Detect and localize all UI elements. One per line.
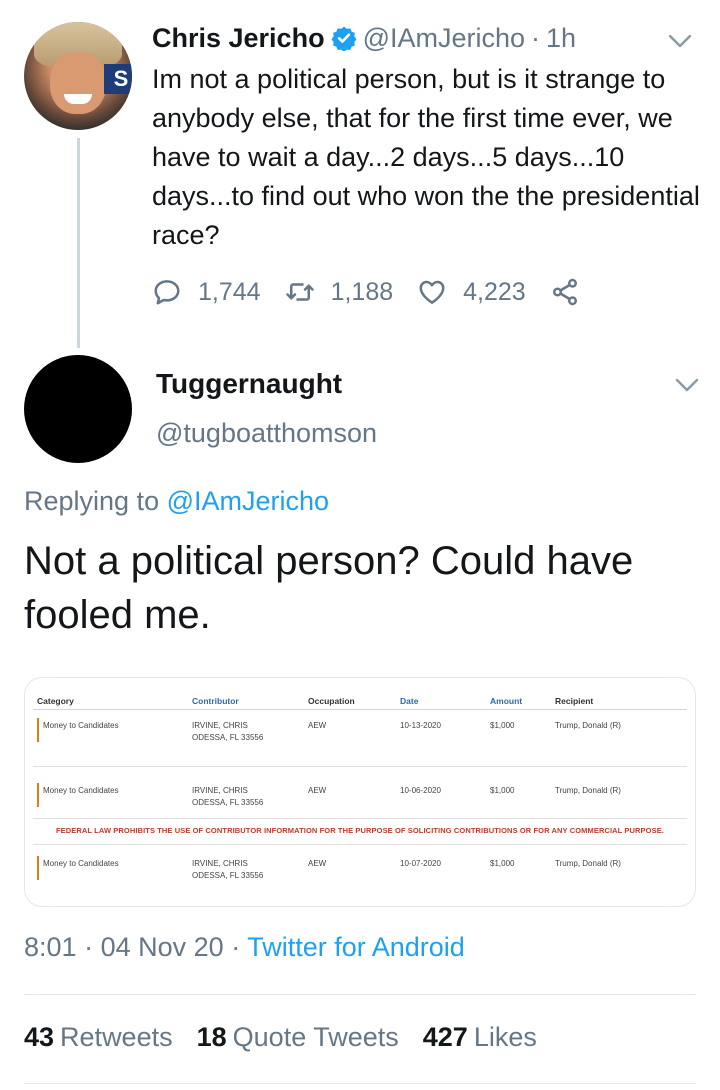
col-header-recipient: Recipient — [555, 696, 594, 706]
table-row: Money to Candidates IRVINE, CHRIS ODESSA,… — [25, 775, 695, 815]
retweet-icon — [285, 283, 314, 301]
parent-tweet-text: Im not a political person, but is it str… — [152, 64, 700, 250]
parent-tweet-header: Chris Jericho @IAmJericho · 1h — [152, 20, 576, 56]
row-amount: $1,000 — [490, 786, 515, 795]
quote-tweets-count: 18 — [196, 1022, 227, 1052]
contribution-table: Category Contributor Occupation Date Amo… — [25, 678, 695, 906]
parent-tweet-time[interactable]: 1h — [546, 23, 576, 54]
retweet-count: 1,188 — [330, 277, 394, 306]
tweet-meta: 8:01 · 04 Nov 20 · Twitter for Android — [24, 932, 465, 963]
share-action[interactable] — [550, 277, 596, 307]
thread-connector-line — [77, 138, 80, 348]
retweets-stat[interactable]: 43 Retweets — [24, 1022, 173, 1053]
col-header-contributor: Contributor — [192, 696, 239, 706]
row-occupation: AEW — [308, 786, 327, 795]
row-recipient: Trump, Donald (R) — [555, 786, 621, 795]
quote-tweets-stat[interactable]: 18 Quote Tweets — [197, 1022, 399, 1053]
row-contributor: IRVINE, CHRIS ODESSA, FL 33556 — [192, 786, 264, 807]
attached-image[interactable]: Category Contributor Occupation Date Amo… — [24, 677, 696, 907]
reply-count: 1,744 — [198, 277, 261, 306]
replying-to-line: Replying to @IAmJericho — [24, 486, 329, 517]
reply-icon — [154, 280, 180, 305]
col-header-amount: Amount — [490, 696, 523, 706]
table-row: Money to Candidates IRVINE, CHRIS ODESSA,… — [25, 848, 695, 888]
avatar-face — [50, 52, 106, 114]
row-marker — [37, 718, 39, 742]
row-date: 10-07-2020 — [400, 859, 441, 868]
likes-count: 427 — [422, 1022, 468, 1052]
federal-law-warning: FEDERAL LAW PROHIBITS THE USE OF CONTRIB… — [56, 826, 664, 835]
row-amount: $1,000 — [490, 721, 515, 730]
parent-author-handle[interactable]: @IAmJericho — [363, 23, 525, 54]
row-marker — [37, 856, 39, 880]
retweets-label: Retweets — [60, 1022, 173, 1052]
row-marker — [37, 783, 39, 807]
tweet-date: 04 Nov 20 — [100, 932, 224, 962]
reply-author-handle[interactable]: @tugboatthomson — [156, 418, 377, 449]
parent-author-name[interactable]: Chris Jericho — [152, 23, 325, 54]
parent-avatar[interactable]: S — [24, 22, 132, 130]
share-icon — [552, 278, 577, 306]
tweet-source-link[interactable]: Twitter for Android — [247, 932, 465, 962]
row-date: 10-06-2020 — [400, 786, 441, 795]
like-count: 4,223 — [463, 277, 526, 306]
likes-label: Likes — [473, 1022, 537, 1052]
row-divider — [33, 844, 687, 845]
reply-author-avatar[interactable] — [24, 355, 132, 463]
replying-to-mention[interactable]: @IAmJericho — [167, 486, 329, 516]
retweet-action[interactable]: 1,188 — [285, 277, 418, 307]
row-divider — [33, 818, 687, 819]
row-divider — [33, 766, 687, 767]
table-row: Money to Candidates IRVINE, CHRIS ODESSA,… — [25, 710, 695, 750]
reply-author-name[interactable]: Tuggernaught — [156, 368, 342, 400]
replying-prefix: Replying to — [24, 486, 160, 516]
row-contributor: IRVINE, CHRIS ODESSA, FL 33556 — [192, 859, 264, 880]
tweet-time: 8:01 — [24, 932, 77, 962]
stats-top-divider — [24, 994, 696, 995]
chevron-down-icon[interactable] — [674, 377, 700, 393]
engagement-stats: 43 Retweets 18 Quote Tweets 427 Likes — [24, 1022, 561, 1053]
parent-tweet-actions: 1,744 1,188 4,223 — [152, 272, 596, 312]
col-header-date: Date — [400, 696, 419, 706]
like-icon — [419, 280, 445, 304]
row-occupation: AEW — [308, 859, 327, 868]
stats-bottom-divider — [24, 1083, 696, 1084]
meta-separator: · — [231, 932, 241, 962]
likes-stat[interactable]: 427 Likes — [423, 1022, 537, 1053]
retweets-count: 43 — [24, 1022, 55, 1052]
row-recipient: Trump, Donald (R) — [555, 859, 621, 868]
row-contributor: IRVINE, CHRIS ODESSA, FL 33556 — [192, 721, 264, 742]
col-header-occupation: Occupation — [308, 696, 355, 706]
like-action[interactable]: 4,223 — [417, 277, 550, 307]
row-date: 10-13-2020 — [400, 721, 441, 730]
meta-separator: · — [84, 932, 94, 962]
avatar-background-sign: S — [104, 64, 132, 94]
row-category: Money to Candidates — [43, 721, 119, 730]
quote-tweets-label: Quote Tweets — [232, 1022, 399, 1052]
row-recipient: Trump, Donald (R) — [555, 721, 621, 730]
reply-action[interactable]: 1,744 — [152, 277, 285, 307]
row-category: Money to Candidates — [43, 859, 119, 868]
row-category: Money to Candidates — [43, 786, 119, 795]
verified-badge-icon — [330, 26, 357, 51]
chevron-down-icon[interactable] — [667, 33, 693, 49]
row-occupation: AEW — [308, 721, 327, 730]
col-header-category: Category — [37, 696, 74, 706]
header-separator: · — [531, 22, 541, 53]
row-amount: $1,000 — [490, 859, 515, 868]
reply-tweet-text: Not a political person? Could have foole… — [24, 539, 634, 637]
